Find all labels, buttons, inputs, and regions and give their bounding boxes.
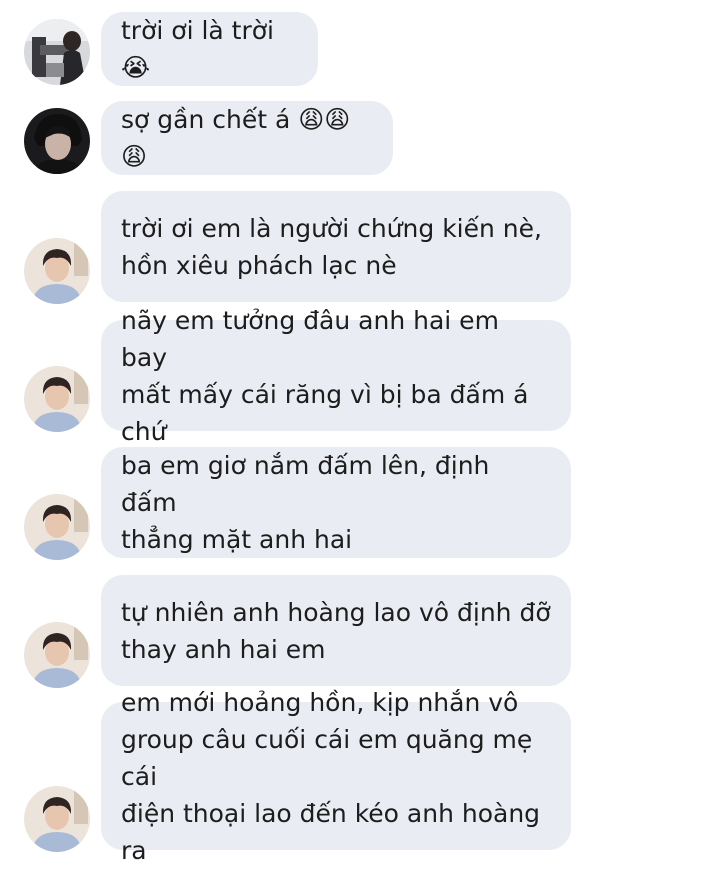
message-text: sợ gần chết á 😩😩😩	[121, 105, 351, 171]
message-text: tự nhiên anh hoàng lao vô định đỡ thay a…	[121, 597, 551, 664]
message-bubble[interactable]: nãy em tưởng đâu anh hai em bay mất mấy …	[101, 306, 571, 446]
avatar[interactable]	[24, 494, 90, 560]
avatar[interactable]	[24, 108, 90, 174]
message-text: trời ơi là trời 😭	[121, 16, 274, 82]
message-text: nãy em tưởng đâu anh hai em bay mất mấy …	[121, 305, 529, 446]
message-text: em mới hoảng hồn, kịp nhắn vô group câu …	[121, 687, 541, 865]
message-bubble[interactable]: trời ơi là trời 😭	[101, 12, 318, 86]
avatar[interactable]	[24, 622, 90, 688]
message-bubble[interactable]: tự nhiên anh hoàng lao vô định đỡ thay a…	[101, 575, 571, 686]
avatar[interactable]	[24, 238, 90, 304]
message-bubble[interactable]: em mới hoảng hồn, kịp nhắn vô group câu …	[101, 688, 571, 865]
message-bubble[interactable]: ba em giơ nắm đấm lên, định đấm thẳng mặ…	[101, 447, 571, 558]
avatar[interactable]	[24, 786, 90, 852]
message-bubble[interactable]: sợ gần chết á 😩😩😩	[101, 101, 393, 175]
message-bubble[interactable]: trời ơi em là người chứng kiến nè, hồn x…	[101, 191, 571, 302]
avatar[interactable]	[24, 19, 90, 85]
message-text: ba em giơ nắm đấm lên, định đấm thẳng mặ…	[121, 451, 490, 554]
avatar[interactable]	[24, 366, 90, 432]
message-text: trời ơi em là người chứng kiến nè, hồn x…	[121, 213, 542, 280]
